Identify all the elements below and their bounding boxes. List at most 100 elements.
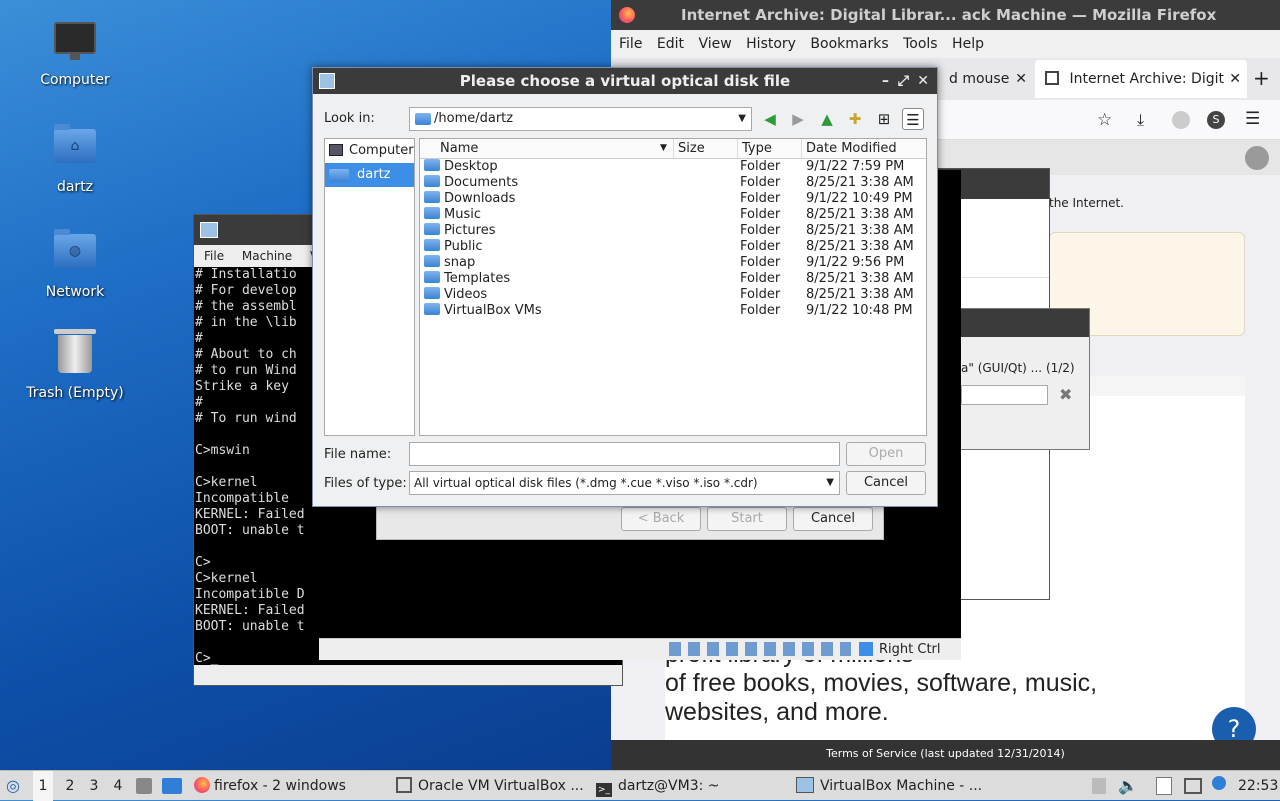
file-modified: 9/1/22 9:56 PM bbox=[806, 255, 905, 270]
tab-mouse[interactable]: d mouse ✕ bbox=[939, 60, 1031, 98]
notification-icon[interactable] bbox=[1212, 776, 1226, 790]
column-type[interactable]: Type bbox=[738, 139, 802, 158]
show-desktop-icon[interactable] bbox=[162, 778, 182, 794]
minimize-icon[interactable]: – bbox=[882, 68, 889, 94]
desktop-icon-network[interactable]: ◍ Network bbox=[15, 228, 135, 300]
archive-footer[interactable]: Terms of Service (last updated 12/31/201… bbox=[611, 740, 1280, 770]
workspace-3[interactable]: 3 bbox=[84, 771, 104, 801]
app-menu-icon[interactable]: ◎ bbox=[6, 771, 26, 801]
file-row[interactable]: Videos Folder 8/25/21 3:38 AM bbox=[420, 287, 926, 303]
vm-status-icons: Right Ctrl bbox=[319, 638, 961, 660]
tray-scroll-icon[interactable] bbox=[1092, 778, 1106, 794]
list-view-icon[interactable]: ⊞ bbox=[873, 108, 895, 130]
task-virtualbox-machine[interactable]: VirtualBox Machine - ... bbox=[796, 771, 982, 801]
wizard-cancel-button[interactable]: Cancel bbox=[793, 507, 873, 531]
desktop-icon-computer[interactable]: Computer bbox=[15, 18, 135, 88]
tab-internet-archive[interactable]: Internet Archive: Digit ✕ bbox=[1035, 60, 1247, 98]
new-folder-icon[interactable]: ✚ bbox=[844, 108, 866, 130]
start-button[interactable]: Start bbox=[707, 507, 787, 531]
file-chooser-dialog: Please choose a virtual optical disk fil… bbox=[312, 67, 938, 507]
back-icon[interactable]: ◀ bbox=[759, 108, 781, 130]
file-row[interactable]: Desktop Folder 9/1/22 7:59 PM bbox=[420, 159, 926, 175]
folder-icon bbox=[424, 271, 440, 283]
file-name: Templates bbox=[444, 271, 511, 286]
folder-icon bbox=[424, 223, 440, 235]
file-name: Documents bbox=[444, 175, 519, 190]
file-row[interactable]: Pictures Folder 8/25/21 3:38 AM bbox=[420, 223, 926, 239]
archive-snippet: the Internet. bbox=[1049, 196, 1124, 210]
file-row[interactable]: VirtualBox VMs Folder 9/1/22 10:48 PM bbox=[420, 303, 926, 319]
files-of-type-select[interactable]: All virtual optical disk files (*.dmg *.… bbox=[409, 471, 840, 495]
look-in-combo[interactable]: /home/dartz ▼ bbox=[409, 107, 752, 131]
forward-icon[interactable]: ▶ bbox=[787, 108, 809, 130]
new-tab-icon[interactable]: + bbox=[1253, 66, 1270, 90]
menu-file[interactable]: File bbox=[619, 36, 642, 52]
menu-help[interactable]: Help bbox=[952, 36, 984, 52]
file-type: Folder bbox=[740, 175, 781, 190]
detail-view-icon[interactable]: ☰ bbox=[902, 108, 924, 130]
clock[interactable]: 22:53 bbox=[1238, 771, 1278, 801]
file-modified: 8/25/21 3:38 AM bbox=[806, 287, 914, 302]
file-name: VirtualBox VMs bbox=[444, 303, 542, 318]
dialog-titlebar: Please choose a virtual optical disk fil… bbox=[313, 68, 937, 94]
file-row[interactable]: Downloads Folder 9/1/22 10:49 PM bbox=[420, 191, 926, 207]
file-name-input[interactable] bbox=[409, 442, 840, 466]
volume-icon[interactable]: 🔈 bbox=[1118, 771, 1138, 801]
task-terminal[interactable]: >_ dartz@VM3: ~ bbox=[596, 771, 720, 801]
sidebar-item-dartz[interactable]: dartz bbox=[325, 163, 414, 187]
extension-icon[interactable]: S bbox=[1207, 111, 1225, 129]
menu-tools[interactable]: Tools bbox=[903, 36, 938, 52]
file-row[interactable]: Public Folder 8/25/21 3:38 AM bbox=[420, 239, 926, 255]
column-date-modified[interactable]: Date Modified bbox=[802, 139, 926, 158]
menu-bookmarks[interactable]: Bookmarks bbox=[810, 36, 888, 52]
column-size[interactable]: Size bbox=[674, 139, 738, 158]
terminal-icon: >_ bbox=[596, 783, 612, 797]
file-type: Folder bbox=[740, 287, 781, 302]
file-manager-icon[interactable] bbox=[136, 778, 152, 794]
maximize-icon[interactable]: ⤢ bbox=[898, 68, 909, 94]
cancel-x-icon[interactable]: ✖ bbox=[1059, 385, 1072, 404]
host-key-arrow-icon bbox=[859, 642, 873, 656]
hamburger-menu-icon[interactable]: ☰ bbox=[1245, 109, 1260, 129]
desktop-icon-label: dartz bbox=[56, 179, 94, 195]
close-tab-icon[interactable]: ✕ bbox=[1225, 60, 1241, 98]
sidebar-item-computer[interactable]: Computer bbox=[325, 139, 414, 163]
user-avatar-icon[interactable] bbox=[1245, 146, 1269, 170]
file-row[interactable]: Documents Folder 8/25/21 3:38 AM bbox=[420, 175, 926, 191]
folder-icon bbox=[424, 175, 440, 187]
downloads-icon[interactable]: ⤓ bbox=[1137, 110, 1144, 130]
file-row[interactable]: Templates Folder 8/25/21 3:38 AM bbox=[420, 271, 926, 287]
task-firefox[interactable]: firefox - 2 windows bbox=[194, 771, 346, 801]
back-button[interactable]: < Back bbox=[621, 507, 701, 531]
cancel-button[interactable]: Cancel bbox=[846, 471, 926, 495]
workspace-1[interactable]: 1 bbox=[33, 771, 53, 801]
desktop-icon-home[interactable]: ⌂ dartz bbox=[15, 123, 135, 195]
file-row[interactable]: Music Folder 8/25/21 3:38 AM bbox=[420, 207, 926, 223]
display-icon[interactable] bbox=[1184, 778, 1202, 794]
menu-history[interactable]: History bbox=[746, 36, 796, 52]
file-list: Name ▼ Size Type Date Modified Desktop Fol… bbox=[419, 138, 927, 436]
vm-menu-file[interactable]: File bbox=[204, 249, 224, 263]
workspace-4[interactable]: 4 bbox=[108, 771, 128, 801]
task-virtualbox-manager[interactable]: Oracle VM VirtualBox ... bbox=[396, 771, 584, 801]
account-icon[interactable] bbox=[1172, 111, 1190, 129]
desktop-icon-label: Computer bbox=[40, 72, 110, 88]
workspace-2[interactable]: 2 bbox=[60, 771, 80, 801]
folder-icon bbox=[329, 169, 349, 182]
bookmark-star-icon[interactable]: ☆ bbox=[1097, 110, 1112, 130]
firefox-icon bbox=[619, 7, 635, 23]
file-modified: 9/1/22 10:48 PM bbox=[806, 303, 913, 318]
file-row[interactable]: snap Folder 9/1/22 9:56 PM bbox=[420, 255, 926, 271]
close-icon[interactable]: ✕ bbox=[917, 68, 929, 94]
menu-edit[interactable]: Edit bbox=[657, 36, 684, 52]
file-name: Downloads bbox=[444, 191, 516, 206]
vm-menu-machine[interactable]: Machine bbox=[242, 249, 292, 263]
column-name[interactable]: Name ▼ bbox=[420, 139, 674, 158]
menu-view[interactable]: View bbox=[698, 36, 731, 52]
up-directory-icon[interactable]: ▲ bbox=[816, 108, 838, 130]
desktop-icon-trash[interactable]: Trash (Empty) bbox=[15, 329, 135, 401]
sidebar-item-label: dartz bbox=[357, 167, 391, 182]
clipboard-icon[interactable] bbox=[1156, 777, 1172, 795]
close-tab-icon[interactable]: ✕ bbox=[1015, 60, 1027, 98]
open-button[interactable]: Open bbox=[846, 442, 926, 466]
